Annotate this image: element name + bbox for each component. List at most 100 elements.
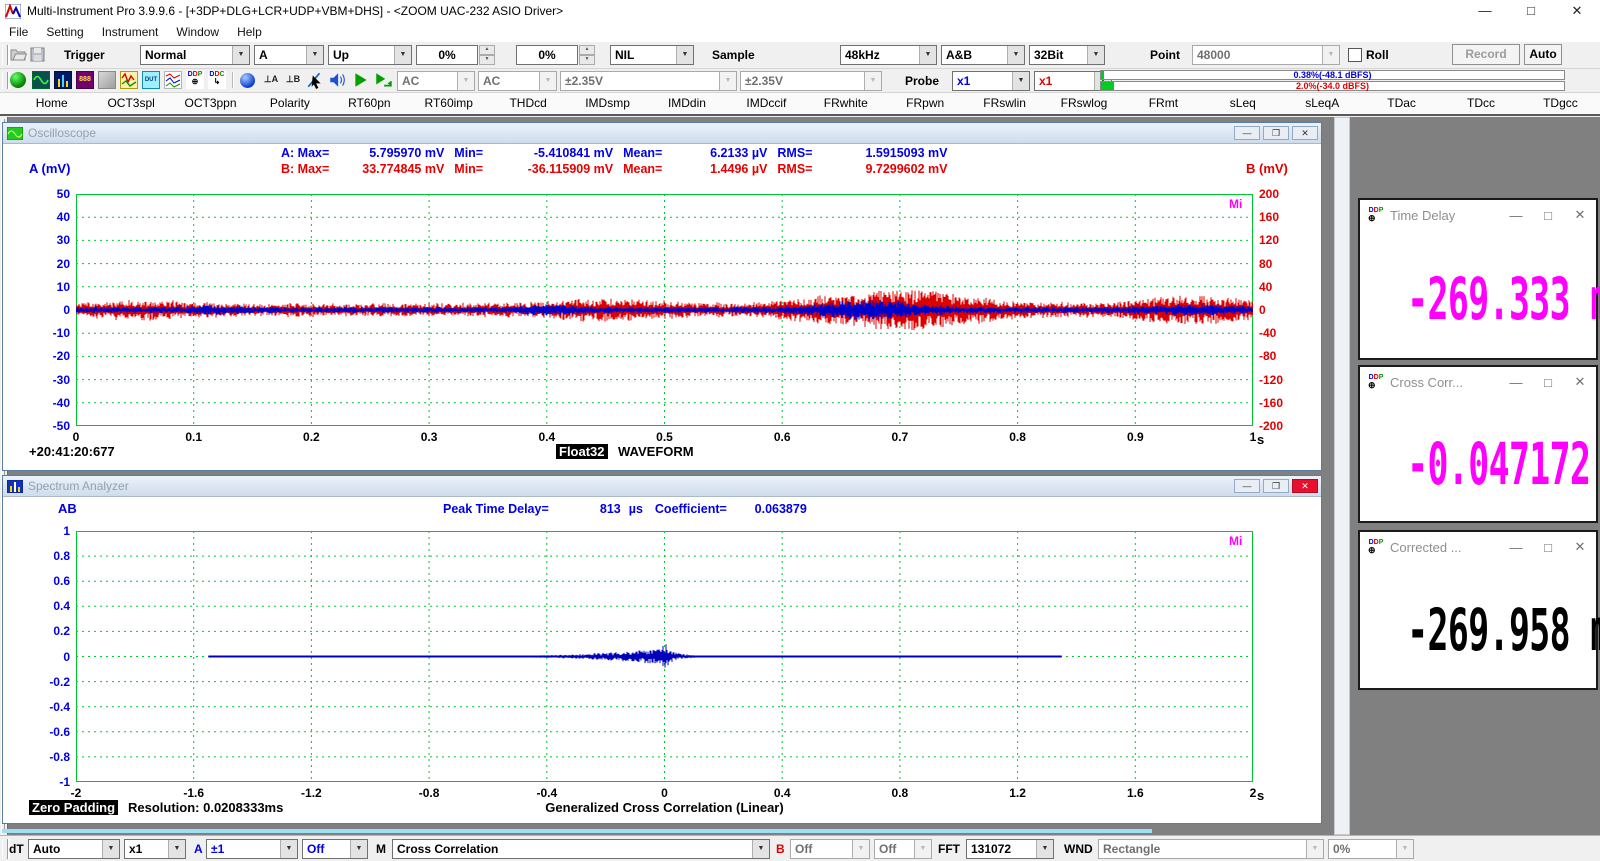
device-test-plan-icon[interactable]: DUT xyxy=(142,71,160,89)
close-button[interactable]: ✕ xyxy=(1554,0,1600,22)
sound-device-icon[interactable] xyxy=(328,71,346,89)
minimize-button[interactable]: — xyxy=(1500,375,1532,390)
coupling-a-select: AC▼ xyxy=(397,71,475,91)
auto-button[interactable]: Auto xyxy=(1524,44,1562,65)
save-icon[interactable] xyxy=(29,47,46,62)
roll-checkbox[interactable]: Roll xyxy=(1348,45,1389,65)
trigger-delay-stepper[interactable]: 0%▲▼ xyxy=(516,45,595,65)
gcc-plot[interactable] xyxy=(76,531,1253,782)
tab-frmt[interactable]: FRmt xyxy=(1124,93,1203,114)
a-mode-select[interactable]: Off▼ xyxy=(302,839,368,859)
tab-frwhite[interactable]: FRwhite xyxy=(806,93,885,114)
tab-oct3ppn[interactable]: OCT3ppn xyxy=(171,93,250,114)
open-file-icon[interactable] xyxy=(10,47,27,62)
trigger-level-stepper[interactable]: 0%▲▼ xyxy=(416,45,495,65)
tab-frswlog[interactable]: FRswlog xyxy=(1044,93,1123,114)
maximize-button[interactable]: □ xyxy=(1532,208,1564,223)
toolbar-grip[interactable] xyxy=(2,839,8,859)
close-button[interactable]: ✕ xyxy=(1292,479,1318,493)
zoom-select[interactable]: x1▼ xyxy=(124,839,186,859)
restore-button[interactable]: ❒ xyxy=(1263,126,1289,140)
axis-tick: 0 xyxy=(643,786,687,800)
derived-data-curve-icon[interactable] xyxy=(164,71,182,89)
bit-depth-select[interactable]: 32Bit▼ xyxy=(1029,45,1105,65)
maximize-button[interactable]: □ xyxy=(1508,0,1554,22)
menu-file[interactable]: File xyxy=(0,22,37,42)
tab-sleqa[interactable]: sLeqA xyxy=(1283,93,1362,114)
trigger-edge-select[interactable]: Up▼ xyxy=(328,45,412,65)
menu-setting[interactable]: Setting xyxy=(37,22,92,42)
minimize-button[interactable]: — xyxy=(1234,126,1260,140)
tab-imdsmp[interactable]: IMDsmp xyxy=(568,93,647,114)
mini-titlebar[interactable]: DDP⊕Time Delay—□✕ xyxy=(1360,200,1596,230)
menu-window[interactable]: Window xyxy=(167,22,228,42)
tab-tdac[interactable]: TDac xyxy=(1362,93,1441,114)
close-button[interactable]: ✕ xyxy=(1564,374,1596,390)
oscilloscope-titlebar[interactable]: Oscilloscope — ❒ ✕ xyxy=(3,123,1321,144)
signal-generator-icon[interactable] xyxy=(120,71,138,89)
toolbar-grip[interactable] xyxy=(2,45,8,65)
calibration-a-icon[interactable]: ⊥A xyxy=(262,71,280,89)
wnd-label: WND xyxy=(1064,839,1093,859)
oscilloscope-tool-icon[interactable] xyxy=(32,71,50,89)
level-meter-a: 0.38%(-48.1 dBFS) xyxy=(1100,70,1565,80)
mini-titlebar[interactable]: DDP⊕Cross Corr...—□✕ xyxy=(1360,367,1596,397)
app-titlebar[interactable]: Multi-Instrument Pro 3.9.9.6 - [+3DP+DLG… xyxy=(0,0,1600,23)
mdi-scrollbar[interactable] xyxy=(1334,117,1350,835)
math-mode-select[interactable]: Cross Correlation▼ xyxy=(392,839,770,859)
tab-tdgcc[interactable]: TDgcc xyxy=(1521,93,1600,114)
magnifier-icon: ⊕ xyxy=(186,78,204,86)
channel-b-label: B xyxy=(776,839,785,859)
restore-button[interactable]: ❒ xyxy=(1263,479,1289,493)
maximize-button[interactable]: □ xyxy=(1532,540,1564,555)
spectrum-3d-plot-icon[interactable] xyxy=(98,71,116,89)
tab-sleq[interactable]: sLeq xyxy=(1203,93,1282,114)
run-icon[interactable] xyxy=(10,72,26,88)
probe-a-select[interactable]: x1▼ xyxy=(952,71,1030,91)
minimize-button[interactable]: — xyxy=(1462,0,1508,22)
tab-frpwn[interactable]: FRpwn xyxy=(885,93,964,114)
ddp-viewer-icon[interactable]: DDP⊕ xyxy=(186,71,204,89)
trigger-mode-select[interactable]: Normal▼ xyxy=(140,45,250,65)
channel-select[interactable]: A&B▼ xyxy=(941,45,1025,65)
input-level-meters: 0.38%(-48.1 dBFS) 2.0%(-34.0 dBFS) xyxy=(1100,70,1565,91)
axis-tick: -0.4 xyxy=(525,786,569,800)
tab-frswlin[interactable]: FRswlin xyxy=(965,93,1044,114)
run-single-icon[interactable] xyxy=(352,71,370,89)
a-range-select[interactable]: ±1▼ xyxy=(206,839,298,859)
fft-size-select[interactable]: 131072▼ xyxy=(966,839,1054,859)
scope-plot[interactable] xyxy=(76,194,1253,426)
tab-imdccif[interactable]: IMDccif xyxy=(727,93,806,114)
multimeter-icon[interactable]: 888 xyxy=(76,71,94,89)
tab-home[interactable]: Home xyxy=(12,93,91,114)
close-button[interactable]: ✕ xyxy=(1564,539,1596,555)
spectrum-analyzer-tool-icon[interactable] xyxy=(54,71,72,89)
tab-rt60imp[interactable]: RT60imp xyxy=(409,93,488,114)
data-logger-icon[interactable]: DDC↳ xyxy=(208,71,226,89)
signal-processing-icon[interactable] xyxy=(240,73,255,88)
tab-rt60pn[interactable]: RT60pn xyxy=(330,93,409,114)
cursor-reader-icon[interactable] xyxy=(306,71,324,89)
tab-polarity[interactable]: Polarity xyxy=(250,93,329,114)
trigger-source-select[interactable]: A▼ xyxy=(254,45,324,65)
minimize-button[interactable]: — xyxy=(1234,479,1260,493)
tab-oct3spl[interactable]: OCT3spl xyxy=(91,93,170,114)
maximize-button[interactable]: □ xyxy=(1532,375,1564,390)
tab-thdcd[interactable]: THDcd xyxy=(488,93,567,114)
run-loop-icon[interactable] xyxy=(374,71,392,89)
menu-help[interactable]: Help xyxy=(228,22,271,42)
minimize-button[interactable]: — xyxy=(1500,540,1532,555)
mini-titlebar[interactable]: DDP⊕Corrected ...—□✕ xyxy=(1360,532,1596,562)
spectrum-titlebar[interactable]: Spectrum Analyzer — ❒ ✕ xyxy=(3,476,1321,497)
trigger-coupling-select[interactable]: NIL▼ xyxy=(610,45,694,65)
minimize-button[interactable]: — xyxy=(1500,208,1532,223)
close-button[interactable]: ✕ xyxy=(1564,207,1596,223)
tab-tdcc[interactable]: TDcc xyxy=(1441,93,1520,114)
tab-imddin[interactable]: IMDdin xyxy=(647,93,726,114)
toolbar-grip[interactable] xyxy=(2,72,8,89)
dt-mode-select[interactable]: Auto▼ xyxy=(28,839,120,859)
menu-instrument[interactable]: Instrument xyxy=(93,22,168,42)
calibration-b-icon[interactable]: ⊥B xyxy=(284,71,302,89)
sample-rate-select[interactable]: 48kHz▼ xyxy=(840,45,937,65)
close-button[interactable]: ✕ xyxy=(1292,126,1318,140)
